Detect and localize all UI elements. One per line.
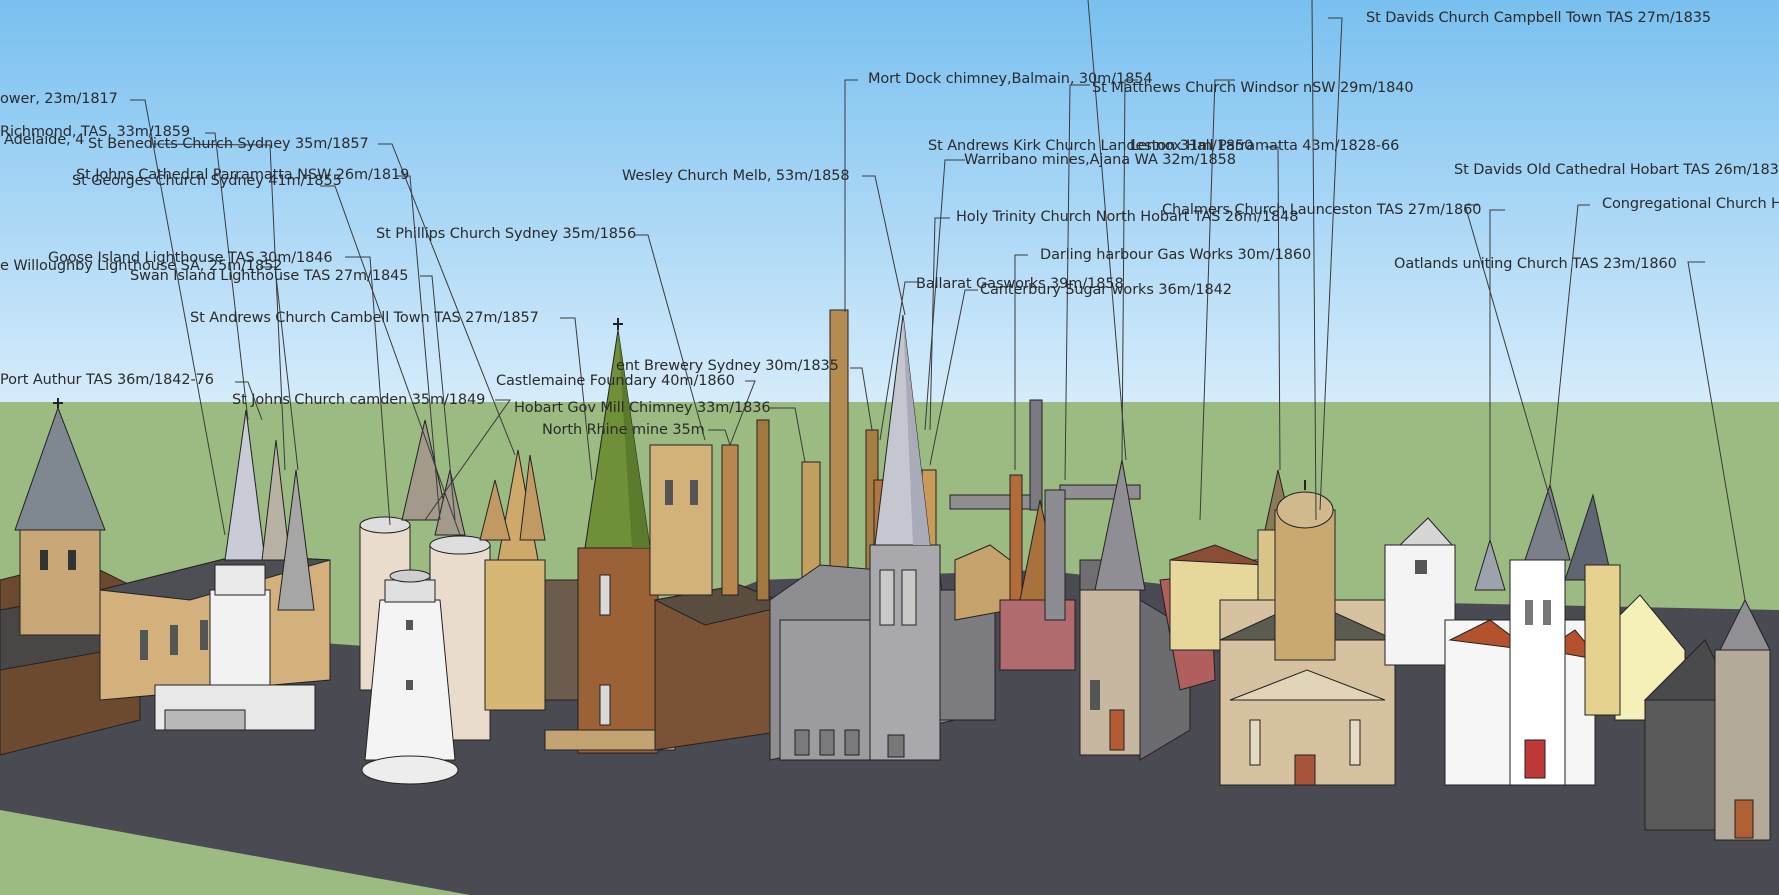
label-wesley: Wesley Church Melb, 53m/1858 bbox=[622, 168, 850, 184]
label-brewery: ent Brewery Sydney 30m/1835 bbox=[616, 358, 839, 374]
label-port-authur: Port Authur TAS 36m/1842-76 bbox=[0, 372, 214, 388]
label-st-davids-old: St Davids Old Cathedral Hobart TAS 26m/1… bbox=[1454, 162, 1779, 178]
label-st-georges: St Georges Church Sydney 41m/1855 bbox=[72, 173, 342, 189]
label-castlemaine: Castlemaine Foundary 40m/1860 bbox=[496, 373, 735, 389]
label-congregational: Congregational Church H bbox=[1602, 196, 1779, 212]
label-warribano: Warribano mines,Ajana WA 32m/1858 bbox=[964, 152, 1236, 168]
label-hobart-mill: Hobart Gov Mill Chimney 33m/1836 bbox=[514, 400, 771, 416]
label-darling-harbour: Darling harbour Gas Works 30m/1860 bbox=[1040, 247, 1312, 263]
label-st-johns-camden: St Johns Church camden 35m/1849 bbox=[232, 392, 486, 408]
annotation-labels: ower, 23m/1817 Richmond, TAS, 33m/1859 A… bbox=[0, 0, 1779, 895]
label-swan-island: Swan Island Lighthouse TAS 27m/1845 bbox=[130, 268, 409, 284]
label-north-rhine: North Rhine mine 35m bbox=[542, 422, 705, 438]
label-st-matthews: St Matthews Church Windsor nSW 29m/1840 bbox=[1092, 80, 1414, 96]
label-st-phillips: St Phillips Church Sydney 35m/1856 bbox=[376, 226, 637, 242]
label-oatlands: Oatlands uniting Church TAS 23m/1860 bbox=[1394, 256, 1677, 272]
label-tower-1817: ower, 23m/1817 bbox=[0, 91, 118, 107]
label-st-andrews-cambell: St Andrews Church Cambell Town TAS 27m/1… bbox=[190, 310, 539, 326]
label-st-benedicts: St Benedicts Church Sydney 35m/1857 bbox=[88, 136, 369, 152]
label-chalmers: Chalmers Church Launceston TAS 27m/1860 bbox=[1162, 202, 1482, 218]
label-adelaide: Adelaide, 4 bbox=[4, 132, 85, 148]
label-canterbury: Canterbury Sugar works 36m/1842 bbox=[980, 282, 1232, 298]
3d-viewport[interactable]: ower, 23m/1817 Richmond, TAS, 33m/1859 A… bbox=[0, 0, 1779, 895]
label-st-davids-campbell: St Davids Church Campbell Town TAS 27m/1… bbox=[1366, 10, 1712, 26]
